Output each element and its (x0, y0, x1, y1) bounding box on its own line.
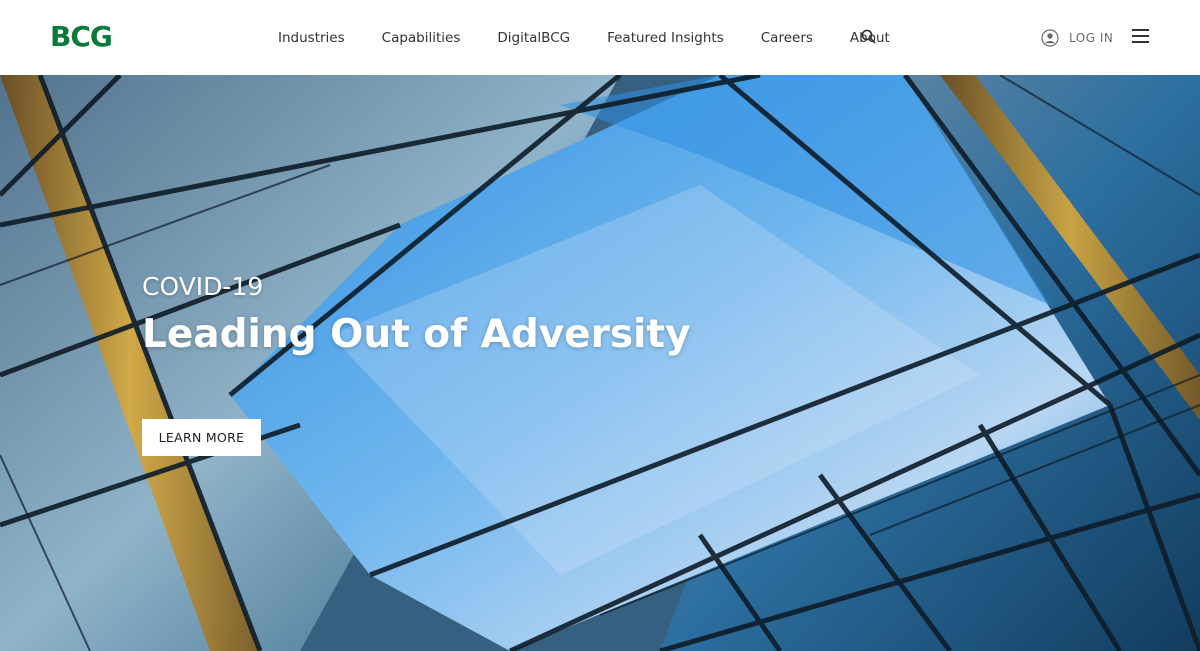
user-circle-icon (1041, 29, 1059, 47)
hero-background-image (0, 75, 1200, 651)
hero-banner: COVID-19 Leading Out of Adversity LEARN … (0, 75, 1200, 651)
nav-item-featured-insights[interactable]: Featured Insights (607, 30, 724, 46)
search-icon[interactable] (861, 29, 876, 44)
hamburger-menu-icon[interactable] (1131, 28, 1150, 44)
nav-item-industries[interactable]: Industries (278, 30, 345, 46)
hero-eyebrow: COVID-19 (142, 272, 264, 301)
nav-item-careers[interactable]: Careers (761, 30, 813, 46)
login-label: LOG IN (1069, 31, 1114, 45)
nav-item-digitalbcg[interactable]: DigitalBCG (497, 30, 570, 46)
hero-title: Leading Out of Adversity (142, 312, 691, 357)
bcg-logo[interactable]: BCG (50, 20, 113, 54)
login-link[interactable]: LOG IN (1041, 28, 1113, 48)
learn-more-button[interactable]: LEARN MORE (142, 419, 261, 456)
site-header: BCG Industries Capabilities DigitalBCG F… (0, 0, 1200, 75)
main-nav: Industries Capabilities DigitalBCG Featu… (278, 28, 927, 48)
nav-item-capabilities[interactable]: Capabilities (382, 30, 461, 46)
